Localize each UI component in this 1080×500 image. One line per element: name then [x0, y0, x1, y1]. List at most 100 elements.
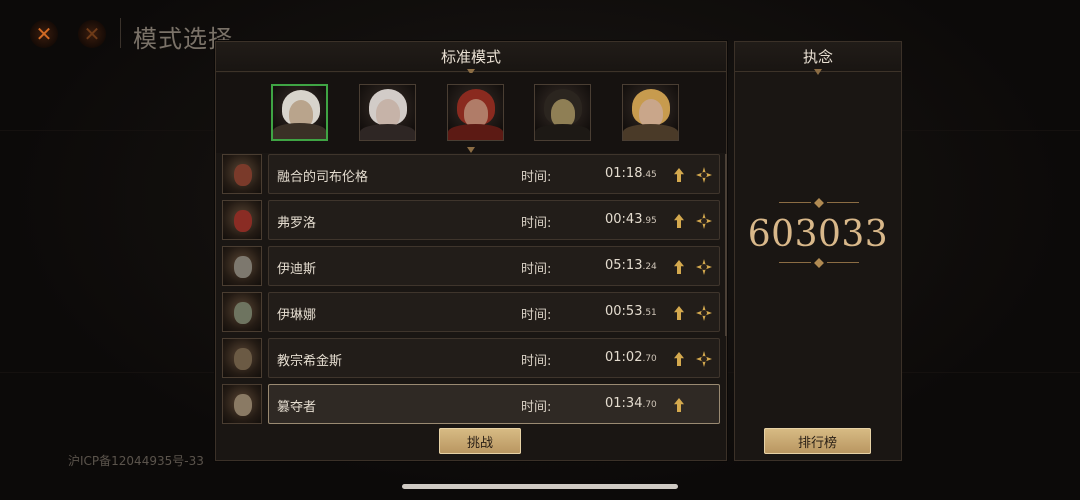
rank-up-icon[interactable] — [671, 213, 687, 229]
boss-name: 伊琳娜 — [277, 308, 317, 323]
boss-name: 教宗希金斯 — [277, 354, 343, 369]
close-icon: ✕ — [83, 22, 101, 46]
back-button[interactable]: ✕ — [78, 20, 106, 48]
time-label: 时间: — [521, 308, 552, 323]
portrait-red-hood[interactable] — [447, 84, 504, 141]
portrait-shoulders — [360, 124, 415, 140]
boss-row[interactable]: 融合的司布伦格 时间: 01:18.45 — [222, 154, 722, 194]
boss-card[interactable]: 教宗希金斯 时间: 01:02.70 — [268, 338, 720, 378]
portrait-face — [376, 99, 400, 127]
time-value: 00:43.95 — [605, 212, 657, 227]
boss-figure-icon — [234, 302, 252, 324]
mode-panel: 标准模式 融合的司布伦格 时间: 01:18.45 弗罗洛 时间: 00:43.95 伊迪斯… — [215, 41, 727, 461]
boss-card[interactable]: 弗罗洛 时间: 00:43.95 — [268, 200, 720, 240]
compass-star-icon[interactable] — [695, 304, 713, 322]
close-button[interactable]: ✕ — [30, 20, 58, 48]
boss-card[interactable]: 篡夺者 时间: 01:34.70 — [268, 384, 720, 424]
time-value: 01:34.70 — [605, 396, 657, 411]
boss-row[interactable]: 伊迪斯 时间: 05:13.24 — [222, 246, 722, 286]
boss-name: 弗罗洛 — [277, 216, 317, 231]
time-label: 时间: — [521, 170, 552, 185]
time-label: 时间: — [521, 354, 552, 369]
boss-row[interactable]: 弗罗洛 时间: 00:43.95 — [222, 200, 722, 240]
boss-row[interactable]: 篡夺者 时间: 01:34.70 — [222, 384, 722, 424]
time-value: 01:18.45 — [605, 166, 657, 181]
boss-thumbnail — [222, 246, 262, 286]
scrollbar[interactable] — [725, 154, 727, 336]
boss-figure-icon — [234, 256, 252, 278]
rank-up-icon[interactable] — [671, 397, 687, 413]
time-main: 01:34 — [605, 396, 643, 411]
boss-thumbnail — [222, 384, 262, 424]
compass-star-icon[interactable] — [695, 166, 713, 184]
time-fraction: .95 — [642, 216, 657, 226]
boss-thumbnail — [222, 154, 262, 194]
time-fraction: .51 — [642, 308, 657, 318]
boss-card[interactable]: 融合的司布伦格 时间: 01:18.45 — [268, 154, 720, 194]
time-fraction: .70 — [642, 400, 657, 410]
time-label: 时间: — [521, 262, 552, 277]
rank-up-icon[interactable] — [671, 351, 687, 367]
boss-thumbnail — [222, 338, 262, 378]
boss-card[interactable]: 伊迪斯 时间: 05:13.24 — [268, 246, 720, 286]
portrait-white-hair-woman[interactable] — [359, 84, 416, 141]
side-title: 执念 — [802, 48, 833, 66]
challenge-button[interactable]: 挑战 — [439, 428, 521, 454]
portrait-shoulders — [448, 124, 503, 140]
boss-row[interactable]: 伊琳娜 时间: 00:53.51 — [222, 292, 722, 332]
time-main: 05:13 — [605, 258, 643, 273]
portrait-blonde-figure[interactable] — [622, 84, 679, 141]
time-main: 01:18 — [605, 166, 643, 181]
home-indicator[interactable] — [402, 484, 678, 489]
boss-thumbnail — [222, 200, 262, 240]
boss-row[interactable]: 教宗希金斯 时间: 01:02.70 — [222, 338, 722, 378]
boss-name: 伊迪斯 — [277, 262, 317, 277]
portrait-shoulders — [535, 124, 590, 140]
time-value: 01:02.70 — [605, 350, 657, 365]
time-label: 时间: — [521, 216, 552, 231]
time-fraction: .45 — [642, 170, 657, 180]
portrait-shoulders — [273, 123, 326, 139]
close-icon: ✕ — [35, 22, 53, 46]
time-main: 00:53 — [605, 304, 643, 319]
boss-thumbnail — [222, 292, 262, 332]
time-fraction: .24 — [642, 262, 657, 272]
time-main: 00:43 — [605, 212, 643, 227]
flourish-icon — [779, 198, 859, 208]
portrait-hooded-mask[interactable] — [534, 84, 591, 141]
character-portraits — [216, 73, 726, 153]
icp-text: 沪ICP备12044935号-33 — [68, 454, 204, 468]
portrait-face — [639, 99, 663, 127]
score-value: 603033 — [747, 214, 889, 255]
boss-name: 篡夺者 — [277, 400, 317, 415]
portrait-old-man[interactable] — [271, 84, 328, 141]
boss-figure-icon — [234, 164, 252, 186]
compass-star-icon[interactable] — [695, 212, 713, 230]
compass-star-icon[interactable] — [695, 258, 713, 276]
time-main: 01:02 — [605, 350, 643, 365]
ornament-icon — [464, 147, 478, 153]
rank-up-icon[interactable] — [671, 305, 687, 321]
boss-figure-icon — [234, 210, 252, 232]
portrait-face — [551, 99, 575, 127]
rank-up-icon[interactable] — [671, 259, 687, 275]
boss-figure-icon — [234, 394, 252, 416]
time-value: 00:53.51 — [605, 304, 657, 319]
portrait-shoulders — [623, 124, 678, 140]
time-label: 时间: — [521, 400, 552, 415]
panel-header: 标准模式 — [216, 42, 726, 72]
compass-star-icon[interactable] — [695, 350, 713, 368]
panel-title: 标准模式 — [440, 48, 501, 66]
leaderboard-button[interactable]: 排行榜 — [764, 428, 871, 454]
score-block: 603033 — [735, 192, 901, 282]
time-fraction: .70 — [642, 354, 657, 364]
boss-card[interactable]: 伊琳娜 时间: 00:53.51 — [268, 292, 720, 332]
portrait-face — [464, 99, 488, 127]
side-header: 执念 — [735, 42, 901, 72]
rank-up-icon[interactable] — [671, 167, 687, 183]
boss-name: 融合的司布伦格 — [277, 170, 369, 185]
boss-figure-icon — [234, 348, 252, 370]
divider — [120, 18, 121, 48]
score-panel: 执念 603033 排行榜 — [734, 41, 902, 461]
time-value: 05:13.24 — [605, 258, 657, 273]
